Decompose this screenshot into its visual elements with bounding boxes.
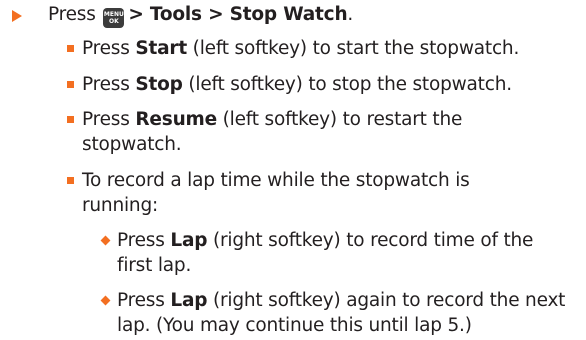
list-item: To record a lap time while the stopwatch…	[82, 170, 470, 191]
item-post: (left softkey) to start the stopwatch.	[187, 38, 520, 59]
item-post: (left softkey) to restart the	[216, 109, 463, 130]
item-pre: Press	[82, 74, 136, 95]
square-bullet-icon	[67, 45, 74, 52]
diamond-bullet-icon	[100, 235, 111, 246]
subitem-bold: Lap	[170, 290, 208, 311]
list-item-continuation: running:	[82, 195, 159, 216]
item-bold: Stop	[135, 74, 183, 95]
sub-list-item: Press Lap (right softkey) again to recor…	[117, 290, 565, 312]
sub-list-item-continuation: first lap.	[117, 255, 192, 276]
item-pre: Press	[82, 109, 136, 130]
subitem-bold: Lap	[170, 230, 208, 251]
step-period: .	[347, 4, 354, 25]
list-item: Press Resume (left softkey) to restart t…	[82, 109, 462, 131]
orange-arrow-bullet-icon	[12, 10, 22, 22]
square-bullet-icon	[67, 81, 74, 88]
subitem-post: (right softkey) again to record the next	[207, 290, 566, 311]
list-item: Press Start (left softkey) to start the …	[82, 38, 519, 60]
diamond-bullet-icon	[100, 295, 111, 306]
item-post: (left softkey) to stop the stopwatch.	[182, 74, 512, 95]
sub-list-item-continuation: lap. (You may continue this until lap 5.…	[117, 315, 472, 336]
sub-list-item: Press Lap (right softkey) to record time…	[117, 230, 533, 252]
menu-key-bottom-label: OK	[109, 18, 119, 25]
subitem-pre: Press	[117, 230, 171, 251]
square-bullet-icon	[67, 177, 74, 184]
square-bullet-icon	[67, 116, 74, 123]
list-item: Press Stop (left softkey) to stop the st…	[82, 74, 512, 96]
item-pre: Press	[82, 38, 136, 59]
subitem-pre: Press	[117, 290, 171, 311]
item-bold: Start	[135, 38, 187, 59]
step-line: Press MENU OK > Tools > Stop Watch.	[48, 4, 353, 28]
step-press-text: Press	[48, 4, 96, 25]
subitem-post: (right softkey) to record time of the	[207, 230, 534, 251]
stopwatch-instructions: Press MENU OK > Tools > Stop Watch. Press …	[0, 0, 586, 340]
list-item-continuation: stopwatch.	[82, 134, 182, 155]
menu-ok-key-icon: MENU OK	[103, 8, 125, 28]
step-menu-path: > Tools > Stop Watch	[128, 4, 348, 25]
item-bold: Resume	[135, 109, 217, 130]
menu-key-top-label: MENU	[103, 11, 124, 18]
